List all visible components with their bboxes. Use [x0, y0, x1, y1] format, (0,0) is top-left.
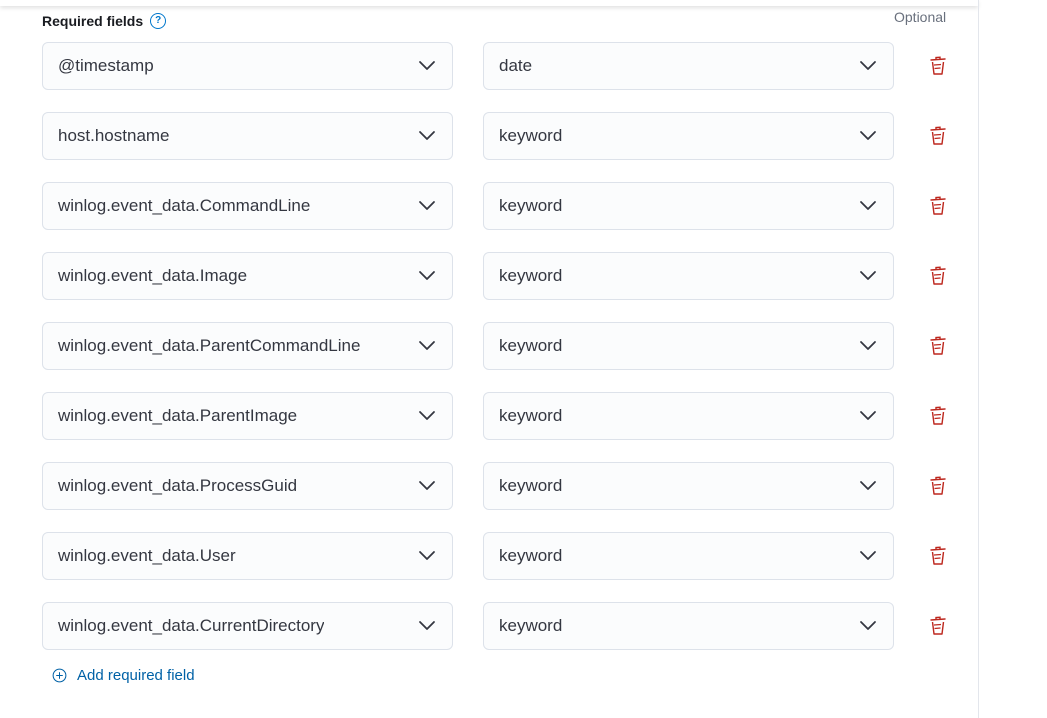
- optional-label: Optional: [894, 9, 947, 25]
- chevron-down-icon: [860, 271, 876, 280]
- field-type-select[interactable]: keyword: [483, 322, 894, 370]
- required-field-row: winlog.event_data.ParentCommandLine keywo…: [42, 322, 952, 372]
- field-name-value: @timestamp: [58, 56, 154, 75]
- field-name-select[interactable]: winlog.event_data.CurrentDirectory: [42, 602, 453, 650]
- field-name-select[interactable]: winlog.event_data.User: [42, 532, 453, 580]
- delete-field-button[interactable]: [926, 474, 950, 498]
- field-type-select[interactable]: keyword: [483, 392, 894, 440]
- delete-field-button[interactable]: [926, 334, 950, 358]
- field-type-value: keyword: [499, 336, 563, 355]
- delete-field-button[interactable]: [926, 194, 950, 218]
- chevron-down-icon: [860, 481, 876, 490]
- required-field-row: @timestamp date: [42, 42, 952, 92]
- chevron-down-icon: [419, 411, 435, 420]
- field-name-select[interactable]: winlog.event_data.ParentImage: [42, 392, 453, 440]
- required-field-row: winlog.event_data.ProcessGuid keyword: [42, 462, 952, 512]
- field-type-value: keyword: [499, 406, 563, 425]
- delete-field-button[interactable]: [926, 264, 950, 288]
- required-fields-list: @timestamp date host.hostname keyword winlog…: [42, 42, 952, 672]
- chevron-down-icon: [860, 411, 876, 420]
- top-edge-shadow: [0, 0, 978, 6]
- panel-divider: [978, 0, 979, 718]
- field-name-select[interactable]: winlog.event_data.ProcessGuid: [42, 462, 453, 510]
- trash-icon: [930, 406, 946, 425]
- required-fields-title: Required fields: [42, 13, 144, 29]
- required-field-row: winlog.event_data.CommandLine keyword: [42, 182, 952, 232]
- field-type-select[interactable]: keyword: [483, 112, 894, 160]
- chevron-down-icon: [419, 201, 435, 210]
- field-type-select[interactable]: keyword: [483, 182, 894, 230]
- field-name-value: winlog.event_data.Image: [58, 266, 248, 285]
- field-type-select[interactable]: keyword: [483, 602, 894, 650]
- trash-icon: [930, 336, 946, 355]
- field-name-value: winlog.event_data.User: [58, 546, 236, 565]
- field-type-value: keyword: [499, 546, 563, 565]
- field-name-select[interactable]: @timestamp: [42, 42, 453, 90]
- trash-icon: [930, 196, 946, 215]
- chevron-down-icon: [860, 341, 876, 350]
- required-field-row: winlog.event_data.User keyword: [42, 532, 952, 582]
- chevron-down-icon: [419, 621, 435, 630]
- chevron-down-icon: [860, 131, 876, 140]
- field-name-select[interactable]: winlog.event_data.CommandLine: [42, 182, 453, 230]
- chevron-down-icon: [419, 131, 435, 140]
- trash-icon: [930, 616, 946, 635]
- field-type-value: keyword: [499, 196, 563, 215]
- field-type-select[interactable]: keyword: [483, 252, 894, 300]
- field-type-select[interactable]: keyword: [483, 462, 894, 510]
- chevron-down-icon: [419, 61, 435, 70]
- trash-icon: [930, 476, 946, 495]
- field-type-select[interactable]: keyword: [483, 532, 894, 580]
- field-name-value: winlog.event_data.CurrentDirectory: [58, 616, 325, 635]
- required-field-row: winlog.event_data.Image keyword: [42, 252, 952, 302]
- chevron-down-icon: [860, 201, 876, 210]
- delete-field-button[interactable]: [926, 404, 950, 428]
- question-circle-icon[interactable]: ?: [150, 13, 167, 29]
- chevron-down-icon: [419, 271, 435, 280]
- field-type-select[interactable]: date: [483, 42, 894, 90]
- field-name-select[interactable]: winlog.event_data.ParentCommandLine: [42, 322, 453, 370]
- chevron-down-icon: [860, 621, 876, 630]
- trash-icon: [930, 546, 946, 565]
- delete-field-button[interactable]: [926, 124, 950, 148]
- field-type-value: keyword: [499, 616, 563, 635]
- field-name-value: winlog.event_data.CommandLine: [58, 196, 311, 215]
- plus-circle-icon: [52, 668, 67, 683]
- field-type-value: date: [499, 56, 533, 75]
- field-name-select[interactable]: winlog.event_data.Image: [42, 252, 453, 300]
- required-field-row: winlog.event_data.CurrentDirectory keywor…: [42, 602, 952, 652]
- required-field-row: host.hostname keyword: [42, 112, 952, 162]
- chevron-down-icon: [419, 481, 435, 490]
- field-type-value: keyword: [499, 126, 563, 145]
- trash-icon: [930, 56, 946, 75]
- chevron-down-icon: [419, 341, 435, 350]
- field-type-value: keyword: [499, 266, 563, 285]
- delete-field-button[interactable]: [926, 544, 950, 568]
- field-name-value: host.hostname: [58, 126, 170, 145]
- field-type-value: keyword: [499, 476, 563, 495]
- chevron-down-icon: [419, 551, 435, 560]
- required-field-row: winlog.event_data.ParentImage keyword: [42, 392, 952, 442]
- chevron-down-icon: [860, 61, 876, 70]
- field-name-value: winlog.event_data.ParentImage: [58, 406, 298, 425]
- add-required-field-button[interactable]: Add required field: [52, 667, 195, 684]
- required-fields-header: Required fields ?: [42, 13, 167, 29]
- trash-icon: [930, 126, 946, 145]
- field-name-value: winlog.event_data.ProcessGuid: [58, 476, 298, 495]
- delete-field-button[interactable]: [926, 614, 950, 638]
- chevron-down-icon: [860, 551, 876, 560]
- add-required-field-label: Add required field: [77, 667, 195, 684]
- field-name-value: winlog.event_data.ParentCommandLine: [58, 336, 361, 355]
- delete-field-button[interactable]: [926, 54, 950, 78]
- field-name-select[interactable]: host.hostname: [42, 112, 453, 160]
- trash-icon: [930, 266, 946, 285]
